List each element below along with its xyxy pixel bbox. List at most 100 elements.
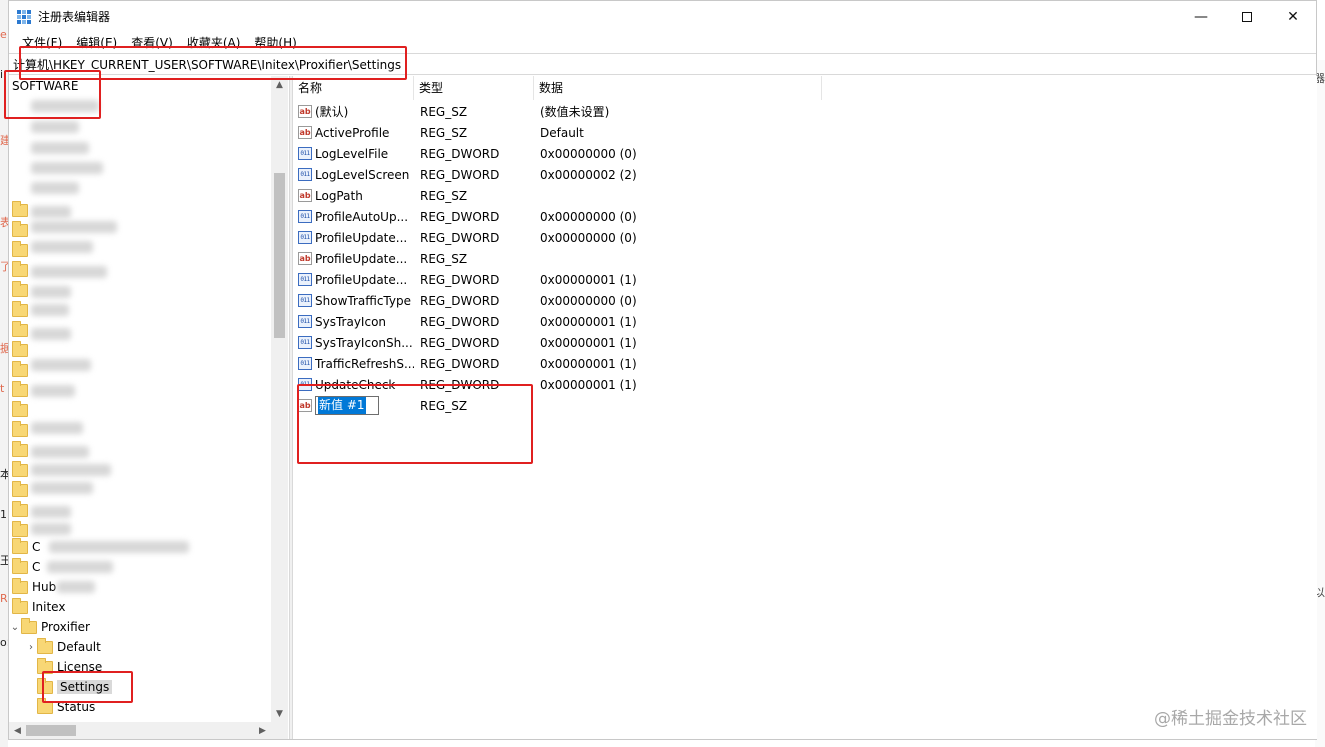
- folder-icon: [12, 537, 28, 554]
- watermark: @稀土掘金技术社区: [1154, 709, 1307, 729]
- value-name: ProfileUpdate...: [315, 251, 408, 266]
- list-header: 名称 类型 数据: [293, 76, 1317, 100]
- folder-icon: [12, 597, 28, 614]
- maximize-button[interactable]: [1224, 1, 1270, 32]
- menu-edit[interactable]: 编辑(E): [69, 34, 124, 51]
- value-row[interactable]: ab (默认) REG_SZ (数值未设置): [293, 101, 993, 122]
- address-input[interactable]: [11, 56, 1313, 73]
- rename-input[interactable]: 新值 #1: [315, 396, 379, 415]
- value-data: 0x00000001 (1): [540, 335, 637, 350]
- value-row[interactable]: 011 ProfileAutoUp... REG_DWORD 0x00000000 (…: [293, 206, 993, 227]
- column-header-type[interactable]: 类型: [414, 76, 534, 100]
- tree-item-label: Hub: [32, 580, 57, 594]
- value-row[interactable]: 011 SysTrayIconSh... REG_DWORD 0x00000001 (…: [293, 332, 993, 353]
- tree-item-label: Status: [57, 700, 96, 714]
- tree-horizontal-scrollbar[interactable]: ◀ ▶: [9, 722, 271, 739]
- background-glyph: e: [0, 28, 7, 41]
- obscured-tree-item: [57, 581, 95, 593]
- tree-item-software[interactable]: SOFTWARE: [12, 76, 78, 96]
- folder-icon: [12, 481, 28, 497]
- menu-view[interactable]: 查看(V): [124, 34, 180, 51]
- tree-item-proxifier[interactable]: ⌄ Proxifier: [9, 617, 90, 637]
- value-row[interactable]: 011 SysTrayIcon REG_DWORD 0x00000001 (1): [293, 311, 993, 332]
- value-row[interactable]: 011 ProfileUpdate... REG_DWORD 0x00000000 (…: [293, 227, 993, 248]
- folder-icon: [12, 381, 28, 397]
- tree-item-label: License: [57, 660, 103, 674]
- scroll-down-icon[interactable]: ▼: [271, 705, 288, 722]
- obscured-tree-item: [31, 328, 71, 340]
- rename-selected-text: 新值 #1: [318, 397, 366, 414]
- menu-file[interactable]: 文件(F): [15, 34, 69, 51]
- scrollbar-thumb[interactable]: [274, 173, 285, 338]
- value-type: REG_SZ: [420, 104, 468, 119]
- tree-vertical-scrollbar[interactable]: ▲ ▼: [271, 76, 288, 722]
- string-value-icon: ab: [298, 399, 312, 412]
- close-button[interactable]: ✕: [1270, 1, 1316, 32]
- registry-editor-window: 注册表编辑器 — ✕ 文件(F) 编辑(E) 查看(V) 收藏夹(A) 帮助(H…: [8, 0, 1317, 740]
- window-title: 注册表编辑器: [38, 10, 111, 24]
- background-glyph: i: [0, 68, 4, 81]
- folder-icon: [12, 421, 28, 437]
- folder-icon: [12, 461, 28, 477]
- value-row[interactable]: ab LogPath REG_SZ: [293, 185, 993, 206]
- menu-favorites[interactable]: 收藏夹(A): [180, 34, 248, 51]
- value-row[interactable]: 011 LogLevelScreen REG_DWORD 0x00000002 (2): [293, 164, 993, 185]
- tree-item-initex[interactable]: Initex: [12, 597, 65, 617]
- dword-value-icon: 011: [298, 378, 312, 391]
- scrollbar-thumb[interactable]: [26, 725, 76, 736]
- value-type: REG_DWORD: [420, 272, 500, 287]
- scroll-right-icon[interactable]: ▶: [254, 722, 271, 739]
- dword-value-icon: 011: [298, 168, 312, 181]
- value-data: 0x00000001 (1): [540, 356, 637, 371]
- tree-item-label: Settings: [57, 680, 113, 694]
- obscured-tree-item: [47, 561, 113, 573]
- tree-item-status[interactable]: Status: [37, 697, 95, 717]
- tree-item-license[interactable]: License: [37, 657, 102, 677]
- value-row[interactable]: 011 ShowTrafficType REG_DWORD 0x00000000 (0…: [293, 290, 993, 311]
- collapse-chevron-icon[interactable]: ⌄: [9, 622, 21, 633]
- value-data: (数值未设置): [540, 105, 610, 119]
- value-row[interactable]: 011 UpdateCheck REG_DWORD 0x00000001 (1): [293, 374, 993, 395]
- tree-item-label: C: [32, 540, 41, 554]
- scroll-left-icon[interactable]: ◀: [9, 722, 26, 739]
- value-type: REG_SZ: [420, 251, 468, 266]
- string-value-icon: ab: [298, 189, 312, 202]
- value-row[interactable]: ab ProfileUpdate... REG_SZ: [293, 248, 993, 269]
- column-header-data[interactable]: 数据: [534, 76, 822, 100]
- value-type: REG_DWORD: [420, 356, 500, 371]
- tree-item-label: Initex: [32, 600, 66, 614]
- value-row-new[interactable]: ab 新值 #1 REG_SZ: [293, 395, 993, 416]
- expand-chevron-icon[interactable]: ›: [25, 642, 37, 653]
- tree-item-partial-c1[interactable]: C: [12, 537, 40, 557]
- minimize-icon: —: [1194, 8, 1208, 25]
- background-glyph: R: [0, 592, 8, 605]
- value-data: 0x00000001 (1): [540, 314, 637, 329]
- tree-item-label: SOFTWARE: [12, 79, 79, 93]
- menu-help[interactable]: 帮助(H): [247, 34, 303, 51]
- folder-icon: [12, 577, 28, 594]
- tree-item-partial-hub[interactable]: Hub: [12, 577, 56, 597]
- value-name: ActiveProfile: [315, 125, 390, 140]
- minimize-button[interactable]: —: [1178, 1, 1224, 32]
- value-row[interactable]: 011 TrafficRefreshS... REG_DWORD 0x00000001…: [293, 353, 993, 374]
- dword-value-icon: 011: [298, 210, 312, 223]
- title-bar[interactable]: 注册表编辑器 — ✕: [9, 1, 1316, 32]
- value-row[interactable]: 011 ProfileUpdate... REG_DWORD 0x00000001 (…: [293, 269, 993, 290]
- values-list-pane[interactable]: 名称 类型 数据 ab (默认) REG_SZ (数值未设置) ab ActiveProf…: [293, 76, 1317, 739]
- obscured-tree-item: [31, 385, 75, 397]
- tree-item-partial-c2[interactable]: C: [12, 557, 40, 577]
- value-name: ProfileUpdate...: [315, 272, 408, 287]
- background-window-strip: [0, 0, 8, 747]
- value-row[interactable]: 011 LogLevelFile REG_DWORD 0x00000000 (0): [293, 143, 993, 164]
- tree-item-default[interactable]: › Default: [25, 637, 101, 657]
- folder-icon: [12, 557, 28, 574]
- scroll-corner: [271, 722, 288, 739]
- tree-item-settings[interactable]: Settings: [37, 677, 113, 697]
- column-header-name[interactable]: 名称: [293, 76, 414, 100]
- value-data: 0x00000000 (0): [540, 209, 637, 224]
- menu-bar: 文件(F) 编辑(E) 查看(V) 收藏夹(A) 帮助(H): [9, 32, 1316, 52]
- key-tree-pane[interactable]: SOFTWARE C C Hub Initex ⌄ Proxifier › De…: [9, 76, 289, 739]
- string-value-icon: ab: [298, 105, 312, 118]
- value-row[interactable]: ab ActiveProfile REG_SZ Default: [293, 122, 993, 143]
- scroll-up-icon[interactable]: ▲: [271, 76, 288, 93]
